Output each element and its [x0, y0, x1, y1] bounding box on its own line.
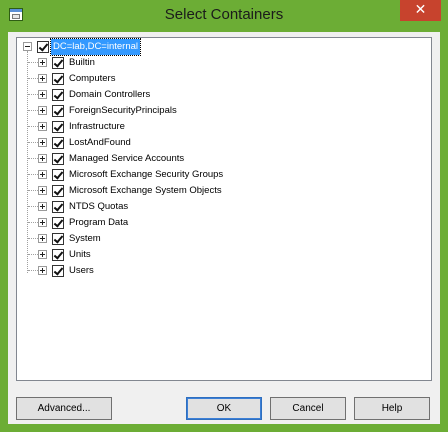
item-checkbox[interactable]	[52, 105, 64, 117]
tree-connector	[28, 174, 38, 176]
tree-connector	[28, 142, 38, 144]
tree-item-label[interactable]: NTDS Quotas	[67, 199, 130, 215]
tree-connector	[28, 62, 38, 64]
tree-root-label[interactable]: DC=lab,DC=internal	[49, 38, 142, 56]
item-checkbox[interactable]	[52, 121, 64, 133]
tree-item[interactable]: Users	[21, 263, 401, 279]
expand-icon[interactable]	[38, 266, 47, 275]
tree-connector	[28, 110, 38, 112]
title-bar[interactable]: Select Containers ✕	[0, 0, 448, 32]
help-button[interactable]: Help	[354, 397, 430, 420]
expand-icon[interactable]	[38, 154, 47, 163]
tree-item-label[interactable]: System	[67, 231, 103, 247]
close-button[interactable]: ✕	[400, 0, 441, 21]
expand-icon[interactable]	[38, 234, 47, 243]
tree-item[interactable]: Managed Service Accounts	[21, 151, 401, 167]
tree-item[interactable]: Domain Controllers	[21, 87, 401, 103]
tree-item-label[interactable]: ForeignSecurityPrincipals	[67, 103, 179, 119]
expand-icon[interactable]	[38, 170, 47, 179]
tree-connector	[28, 222, 38, 224]
expand-icon[interactable]	[38, 58, 47, 67]
tree-root-node[interactable]: DC=lab,DC=internal	[21, 38, 221, 56]
tree-item[interactable]: Microsoft Exchange Security Groups	[21, 167, 401, 183]
item-checkbox[interactable]	[52, 169, 64, 181]
expand-icon[interactable]	[38, 90, 47, 99]
tree-connector	[28, 270, 38, 272]
tree-connector	[28, 238, 38, 240]
expand-icon[interactable]	[38, 218, 47, 227]
expand-icon[interactable]	[38, 186, 47, 195]
tree-connector	[28, 94, 38, 96]
cancel-button[interactable]: Cancel	[270, 397, 346, 420]
tree-item-label[interactable]: Microsoft Exchange System Objects	[67, 183, 224, 199]
tree-item[interactable]: System	[21, 231, 401, 247]
tree-item[interactable]: LostAndFound	[21, 135, 401, 151]
tree-item[interactable]: Infrastructure	[21, 119, 401, 135]
tree-item-label[interactable]: Units	[67, 247, 93, 263]
ok-button[interactable]: OK	[186, 397, 262, 420]
tree-item-label[interactable]: Users	[67, 263, 96, 279]
tree-item-label[interactable]: Domain Controllers	[67, 87, 152, 103]
tree-item-label[interactable]: Managed Service Accounts	[67, 151, 186, 167]
tree-item[interactable]: Program Data	[21, 215, 401, 231]
expand-icon[interactable]	[38, 74, 47, 83]
item-checkbox[interactable]	[52, 137, 64, 149]
window-title: Select Containers	[164, 6, 284, 23]
tree-item[interactable]: Computers	[21, 71, 401, 87]
item-checkbox[interactable]	[52, 57, 64, 69]
dialog-body: DC=lab,DC=internal Builtin Computers Domai…	[8, 32, 440, 424]
expand-icon[interactable]	[38, 106, 47, 115]
select-containers-window: Select Containers ✕ DC=lab,DC=internal B…	[0, 0, 448, 432]
tree-item-label[interactable]: Builtin	[67, 55, 97, 71]
item-checkbox[interactable]	[52, 185, 64, 197]
expand-icon[interactable]	[38, 202, 47, 211]
item-checkbox[interactable]	[52, 201, 64, 213]
item-checkbox[interactable]	[52, 73, 64, 85]
tree-connector	[28, 254, 38, 256]
tree-connector	[28, 78, 38, 80]
tree-item-label[interactable]: Infrastructure	[67, 119, 127, 135]
item-checkbox[interactable]	[52, 233, 64, 245]
expand-icon[interactable]	[38, 250, 47, 259]
tree-item[interactable]: Builtin	[21, 55, 401, 71]
tree-item[interactable]: ForeignSecurityPrincipals	[21, 103, 401, 119]
tree-connector	[28, 206, 38, 208]
tree-item[interactable]: Units	[21, 247, 401, 263]
item-checkbox[interactable]	[52, 265, 64, 277]
expand-icon[interactable]	[38, 138, 47, 147]
tree-connector	[28, 190, 38, 192]
collapse-icon[interactable]	[23, 42, 32, 51]
root-checkbox[interactable]	[37, 41, 49, 53]
tree-connector	[28, 158, 38, 160]
item-checkbox[interactable]	[52, 217, 64, 229]
item-checkbox[interactable]	[52, 249, 64, 261]
container-tree[interactable]: DC=lab,DC=internal Builtin Computers Domai…	[16, 37, 432, 381]
tree-item-label[interactable]: Microsoft Exchange Security Groups	[67, 167, 225, 183]
tree-connector	[28, 126, 38, 128]
tree-item[interactable]: NTDS Quotas	[21, 199, 401, 215]
item-checkbox[interactable]	[52, 89, 64, 101]
expand-icon[interactable]	[38, 122, 47, 131]
item-checkbox[interactable]	[52, 153, 64, 165]
tree-item[interactable]: Microsoft Exchange System Objects	[21, 183, 401, 199]
tree-item-label[interactable]: Program Data	[67, 215, 130, 231]
advanced-button[interactable]: Advanced...	[16, 397, 112, 420]
tree-item-label[interactable]: LostAndFound	[67, 135, 133, 151]
tree-item-label[interactable]: Computers	[67, 71, 117, 87]
